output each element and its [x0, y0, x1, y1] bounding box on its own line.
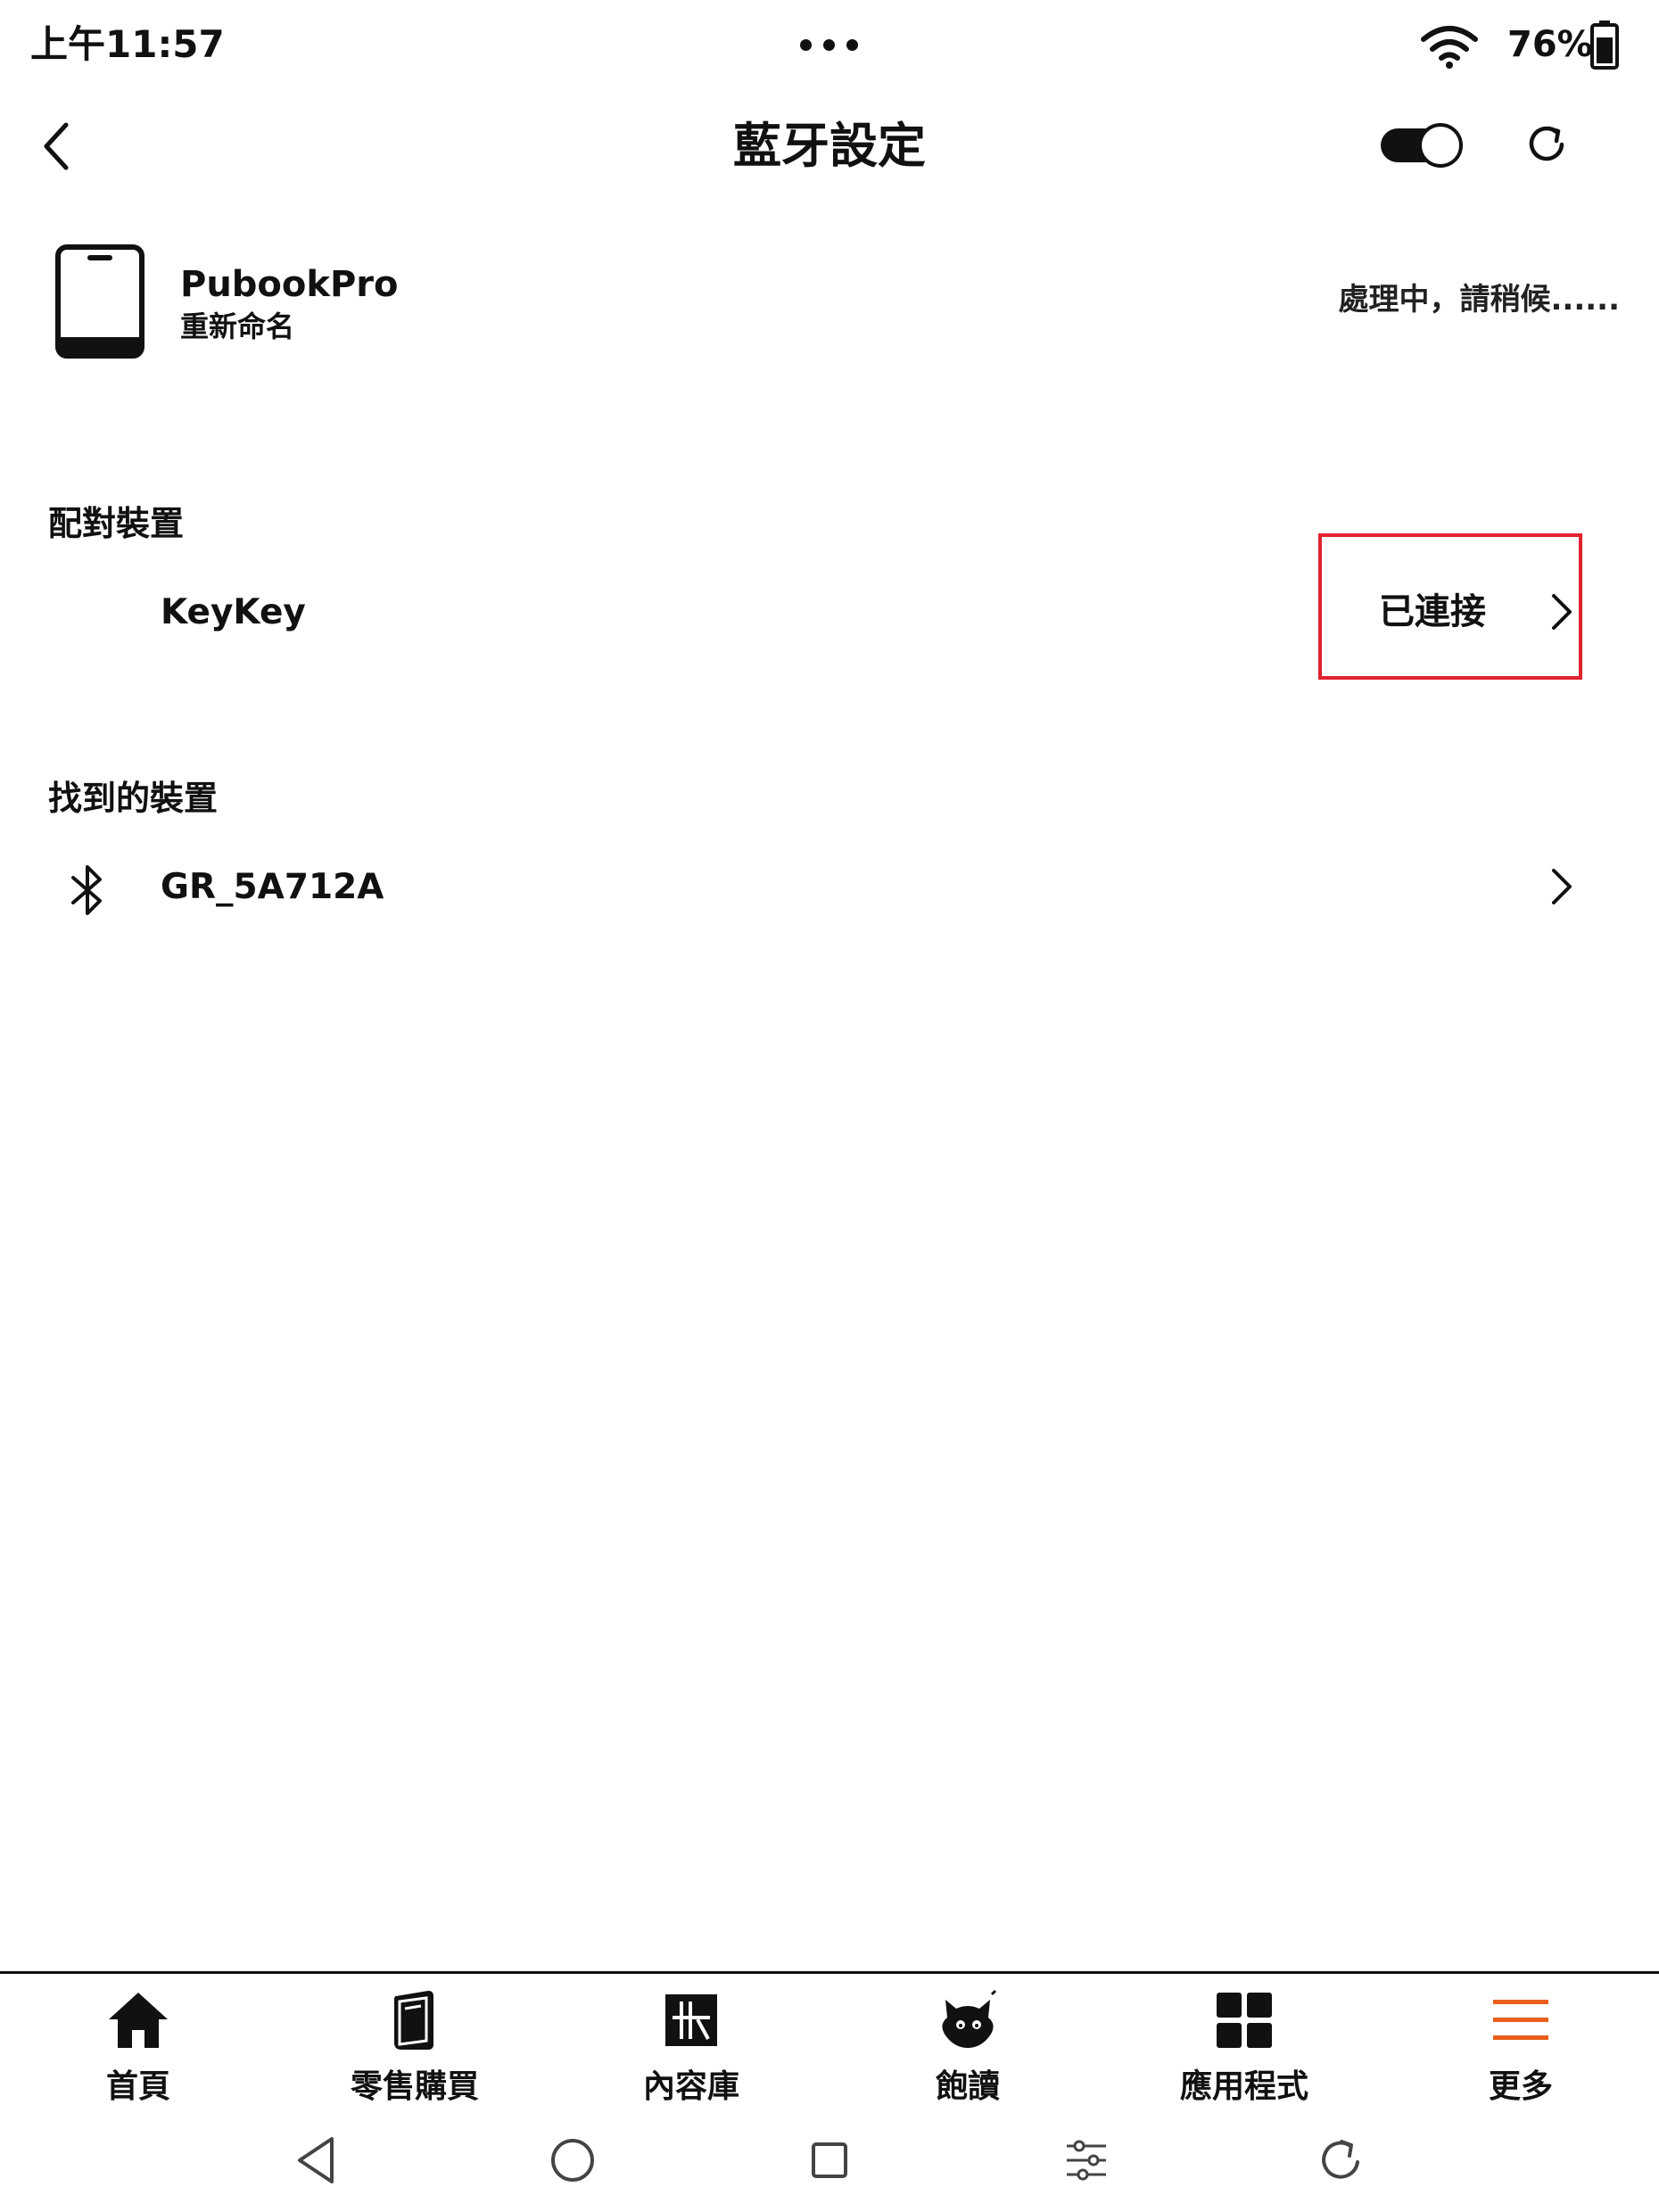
nav-label: 內容庫	[642, 2068, 739, 2105]
nav-item-more[interactable]: 更多	[1414, 1985, 1628, 2119]
nav-item-home[interactable]: 首頁	[31, 1985, 245, 2119]
nav-item-library[interactable]: 內容庫	[584, 1985, 798, 2119]
found-device-name[interactable]: GR_5A712A	[161, 863, 384, 912]
refresh-button[interactable]	[1521, 118, 1574, 171]
mascot-icon	[942, 1989, 997, 2048]
chevron-right-icon[interactable]	[1548, 865, 1575, 908]
paired-devices-heading: 配對裝置	[48, 504, 185, 543]
more-dots-icon[interactable]	[798, 27, 861, 62]
bluetooth-toggle[interactable]	[1381, 123, 1463, 168]
nav-label: 更多	[1488, 2068, 1553, 2105]
library-icon	[665, 1994, 717, 2046]
device-name: PubookPro	[180, 264, 399, 305]
system-recents-icon[interactable]	[803, 2134, 856, 2187]
toggle-knob	[1418, 123, 1463, 168]
bottom-nav-divider	[0, 1971, 1659, 1974]
system-home-icon[interactable]	[546, 2134, 599, 2187]
battery-percent: 76%	[1507, 24, 1593, 65]
found-devices-heading: 找到的裝置	[48, 779, 219, 818]
apps-grid-icon	[1217, 1993, 1272, 2048]
nav-item-retail[interactable]: 零售購買	[308, 1985, 522, 2119]
wifi-icon	[1421, 26, 1478, 69]
nav-label: 零售購買	[350, 2068, 479, 2105]
nav-label: 飽讀	[935, 2068, 1000, 2105]
nav-label: 應用程式	[1179, 2068, 1308, 2105]
system-refresh-icon[interactable]	[1315, 2134, 1368, 2187]
system-back-icon[interactable]	[291, 2134, 344, 2187]
highlight-box	[1318, 533, 1582, 680]
tablet-device-icon	[55, 244, 144, 359]
status-time: 上午11:57	[30, 22, 225, 66]
rename-link[interactable]: 重新命名	[180, 307, 294, 346]
nav-item-apps[interactable]: 應用程式	[1137, 1985, 1351, 2119]
nav-label: 首頁	[105, 2068, 170, 2105]
system-settings-sliders-icon[interactable]	[1060, 2134, 1113, 2187]
menu-icon	[1493, 2000, 1548, 2040]
device-status-text: 處理中，請稍候......	[1338, 282, 1621, 318]
book-icon	[394, 1991, 433, 2050]
battery-icon	[1590, 21, 1619, 70]
nav-item-binge-read[interactable]: 飽讀	[861, 1985, 1075, 2119]
paired-device-name[interactable]: KeyKey	[161, 589, 306, 637]
bluetooth-icon	[71, 865, 102, 915]
home-icon	[109, 1993, 168, 2048]
